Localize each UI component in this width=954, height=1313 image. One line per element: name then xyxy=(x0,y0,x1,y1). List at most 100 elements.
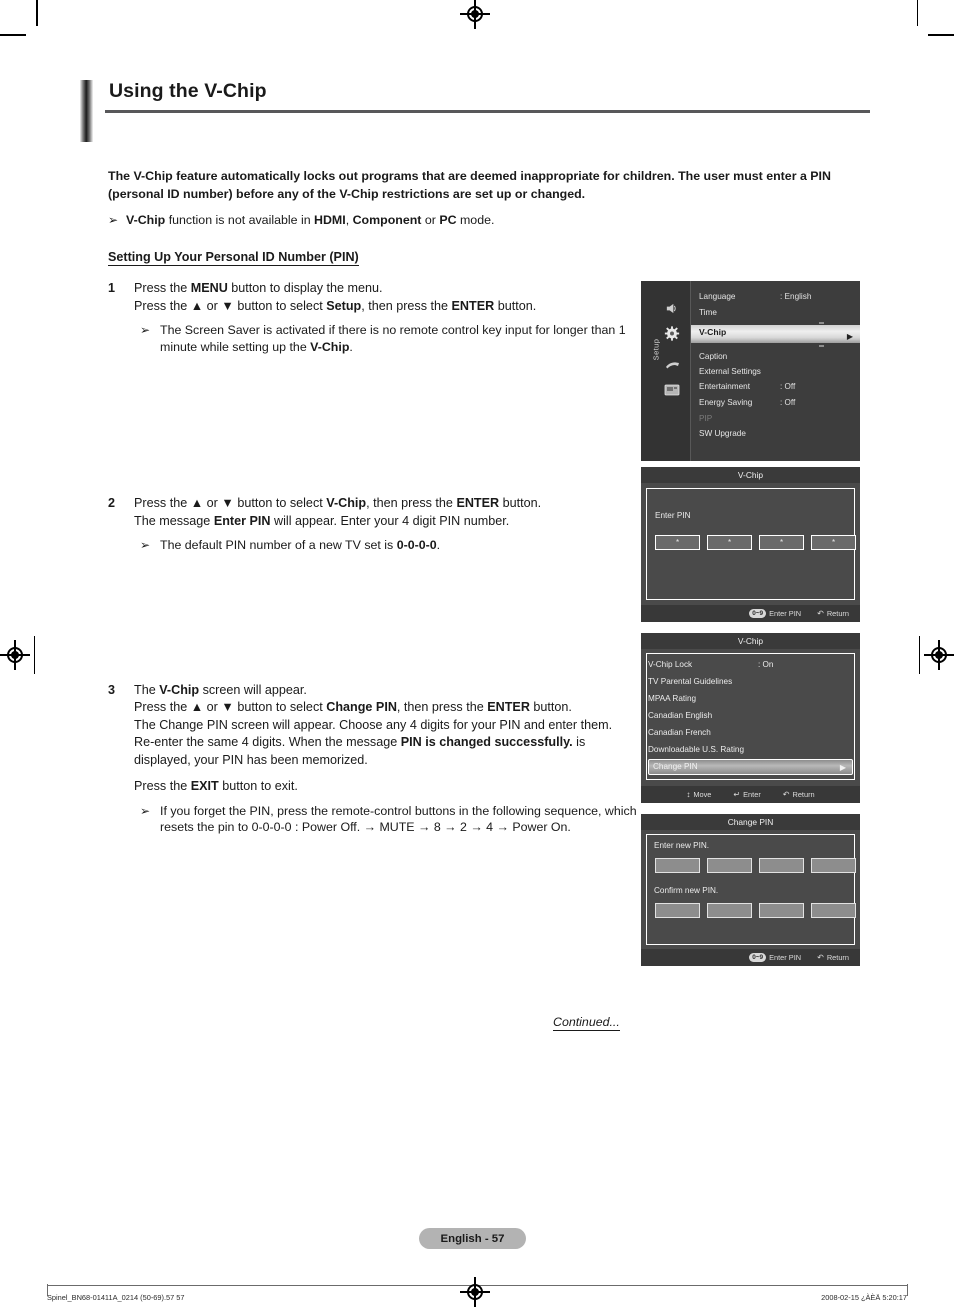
section-heading: Setting Up Your Personal ID Number (PIN) xyxy=(108,250,359,266)
page-title: Using the V-Chip xyxy=(109,80,267,102)
intro-paragraph: The V-Chip feature automatically locks o… xyxy=(108,169,831,201)
footer-return-hint: ↶ Return xyxy=(783,790,815,799)
continued-label: Continued... xyxy=(553,1015,620,1031)
osd-change-pin-dialog: Change PIN Enter new PIN. Confirm new PI… xyxy=(641,814,860,966)
osd-enter-pin-footer: 0~9 Enter PIN ↶ Return xyxy=(641,605,860,622)
confirm-pin-digit-2[interactable] xyxy=(707,903,752,918)
numeric-key-icon: 0~9 xyxy=(749,609,767,618)
osd-vchip-item-canadian-english[interactable]: Canadian English xyxy=(648,707,853,724)
osd-setup-item-sw-upgrade[interactable]: SW Upgrade xyxy=(691,426,860,442)
step-1-number: 1 xyxy=(108,281,116,295)
osd-setup-item-language[interactable]: Language : English xyxy=(691,289,860,305)
pin-digit-1[interactable]: * xyxy=(655,535,700,550)
numeric-key-icon: 0~9 xyxy=(749,953,767,962)
osd-vchip-item-change-pin[interactable]: Change PIN ▶ xyxy=(648,759,853,775)
osd-vchip-item-tv-parental-guidelines[interactable]: TV Parental Guidelines xyxy=(648,673,853,690)
osd-setup-item-list: Language : English Time V-Chip ▶ Caption… xyxy=(691,281,860,461)
footer-enter-pin-hint: 0~9 Enter PIN xyxy=(749,609,801,618)
new-pin-digit-2[interactable] xyxy=(707,858,752,873)
hand-remote-icon[interactable] xyxy=(662,357,681,374)
osd-setup-item-vchip[interactable]: V-Chip ▶ xyxy=(691,325,860,343)
osd-vchip-item-mpaa-rating[interactable]: MPAA Rating xyxy=(648,690,853,707)
footer-tick-right xyxy=(907,1284,908,1296)
footer-label: Enter PIN xyxy=(769,953,802,962)
new-pin-digit-1[interactable] xyxy=(655,858,700,873)
footer-timestamp: 2008-02-15 ¿ÀÈÄ 5:20:17 xyxy=(821,1293,907,1302)
footer-label: Move xyxy=(693,790,712,799)
osd-setup-rail-label: Setup xyxy=(651,338,661,361)
osd-setup-item-pip: PIP xyxy=(691,411,860,427)
registration-mark-left xyxy=(0,640,30,670)
osd-change-pin-prompt-new: Enter new PIN. xyxy=(654,841,710,850)
footer-enter-pin-hint: 0~9 Enter PIN xyxy=(749,953,801,962)
bleed-line-right xyxy=(918,636,920,674)
manual-page: Using the V-Chip The V-Chip feature auto… xyxy=(0,0,954,1313)
updown-arrow-icon: ↕ xyxy=(686,790,691,799)
confirm-pin-digit-1[interactable] xyxy=(655,903,700,918)
header-rule xyxy=(105,110,870,113)
osd-setup-item-external-settings[interactable]: External Settings xyxy=(691,364,860,380)
confirm-pin-digit-3[interactable] xyxy=(759,903,804,918)
pin-digit-3[interactable]: * xyxy=(759,535,804,550)
registration-mark-top xyxy=(460,0,490,29)
item-label: External Settings xyxy=(699,367,761,376)
footer-label: Return xyxy=(826,609,849,618)
return-arrow-icon: ↶ xyxy=(817,609,824,618)
item-value: : Off xyxy=(780,382,796,391)
osd-enter-pin-title: V-Chip xyxy=(641,467,860,483)
item-label: Change PIN xyxy=(653,762,698,771)
new-pin-digit-3[interactable] xyxy=(759,858,804,873)
item-label: Caption xyxy=(699,352,728,361)
osd-enter-pin-prompt: Enter PIN xyxy=(655,511,691,520)
osd-vchip-title: V-Chip xyxy=(641,633,860,649)
crop-mark-top-left-h xyxy=(0,34,26,36)
pin-digit-2[interactable]: * xyxy=(707,535,752,550)
crop-mark-top-right-h xyxy=(928,34,954,36)
item-value: : Off xyxy=(780,398,796,407)
osd-vchip-item-canadian-french[interactable]: Canadian French xyxy=(648,724,853,741)
step-1-note-text: The Screen Saver is activated if there i… xyxy=(160,323,626,354)
step-3-line-3: The Change PIN screen will appear. Choos… xyxy=(134,717,613,767)
arrow-bullet-icon: ➢ xyxy=(108,213,119,227)
item-label: Canadian French xyxy=(648,728,711,737)
osd-setup-item-entertainment[interactable]: Entertainment : Off xyxy=(691,379,860,395)
item-label: V-Chip Lock xyxy=(648,660,693,669)
step-3-note-text: If you forget the PIN, press the remote-… xyxy=(160,803,637,835)
item-label: Language xyxy=(699,292,736,301)
osd-vchip-menu: V-Chip V-Chip Lock : On TV Parental Guid… xyxy=(641,633,860,803)
chevron-right-icon: ▶ xyxy=(839,763,846,772)
osd-setup-item-energy-saving[interactable]: Energy Saving : Off xyxy=(691,395,860,411)
footer-label: Return xyxy=(826,953,849,962)
footer-label: Enter PIN xyxy=(769,609,802,618)
osd-setup-item-time[interactable]: Time xyxy=(691,305,860,321)
pin-digit-4[interactable]: * xyxy=(811,535,856,550)
item-label: Energy Saving xyxy=(699,398,753,407)
registration-mark-right xyxy=(924,640,954,670)
page-number-badge: English - 57 xyxy=(419,1228,526,1249)
input-source-icon[interactable] xyxy=(662,381,681,398)
gear-icon[interactable] xyxy=(662,325,681,342)
print-footer: Spinel_BN68-01411A_0214 (50-69).57 57 20… xyxy=(0,1277,954,1313)
speaker-icon[interactable] xyxy=(662,300,681,317)
item-value: : English xyxy=(780,292,812,301)
new-pin-digit-4[interactable] xyxy=(811,858,856,873)
registration-mark-bottom xyxy=(460,1277,490,1307)
arrow-bullet-icon: ➢ xyxy=(140,803,151,818)
chevron-right-icon: ▶ xyxy=(846,332,853,341)
footer-move-hint: ↕ Move xyxy=(686,790,711,799)
item-label: TV Parental Guidelines xyxy=(648,677,733,686)
item-label: Time xyxy=(699,308,717,317)
item-label: SW Upgrade xyxy=(699,429,746,438)
osd-setup-tick-upper xyxy=(819,322,824,324)
arrow-bullet-icon: ➢ xyxy=(140,538,151,552)
osd-vchip-item-lock[interactable]: V-Chip Lock : On xyxy=(648,656,853,673)
arrow-bullet-icon: ➢ xyxy=(140,323,151,337)
osd-setup-tick-lower xyxy=(819,345,824,347)
osd-vchip-item-downloadable-us-rating[interactable]: Downloadable U.S. Rating xyxy=(648,741,853,758)
item-label: MPAA Rating xyxy=(648,694,697,703)
osd-change-pin-title: Change PIN xyxy=(641,814,860,830)
item-label: V-Chip xyxy=(699,327,727,337)
confirm-pin-digit-4[interactable] xyxy=(811,903,856,918)
osd-setup-item-caption[interactable]: Caption xyxy=(691,349,860,365)
step-2-number: 2 xyxy=(108,496,116,510)
